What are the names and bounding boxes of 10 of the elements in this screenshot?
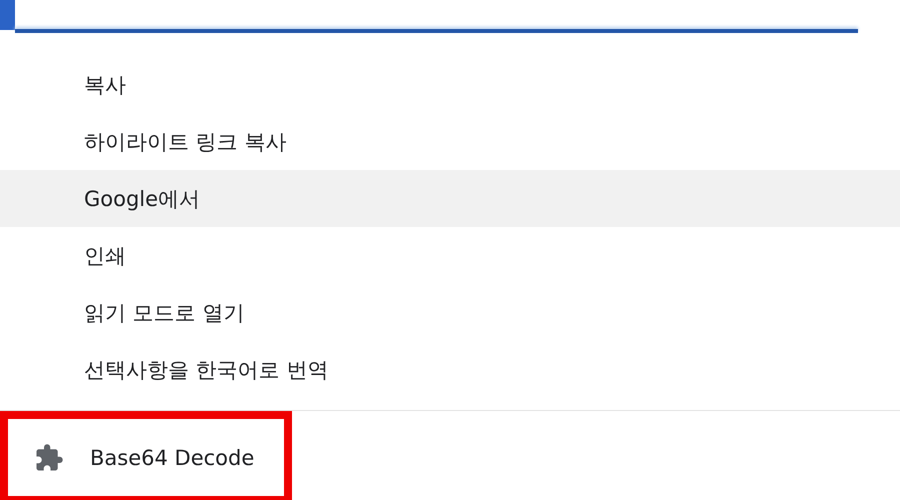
menu-item[interactable]: 하이라이트 링크 복사 xyxy=(0,113,900,170)
puzzle-icon xyxy=(34,442,64,472)
menu-item[interactable]: 읽기 모드로 열기 xyxy=(0,284,900,341)
menu-item[interactable]: 인쇄 xyxy=(0,227,900,284)
menu-item-label: Base64 Decode xyxy=(90,446,254,470)
menu-item[interactable]: 복사 xyxy=(0,56,900,113)
menu-item[interactable]: Google에서 xyxy=(0,170,900,227)
menu-item[interactable]: Base64 Decode xyxy=(0,411,292,500)
menu-item[interactable]: 선택사항을 한국어로 번역 xyxy=(0,341,900,398)
page-corner-icon xyxy=(0,0,15,30)
